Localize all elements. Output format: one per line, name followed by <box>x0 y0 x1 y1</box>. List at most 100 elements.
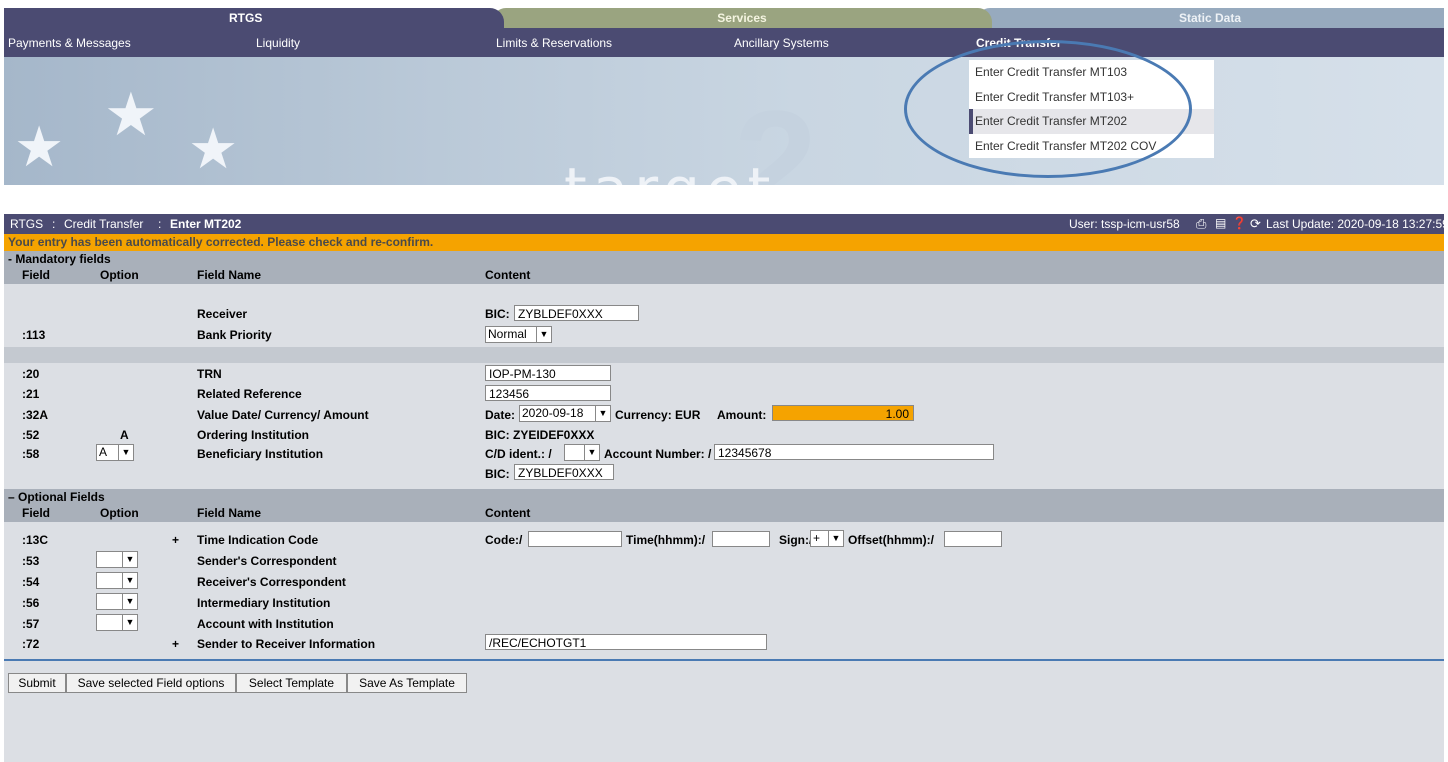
save-field-options-button[interactable]: Save selected Field options <box>66 673 236 693</box>
cd-ident-value <box>565 445 584 460</box>
trn-label: TRN <box>197 367 222 381</box>
cd-ident-label: C/D ident.: / <box>485 447 552 461</box>
trn-input[interactable]: IOP-PM-130 <box>485 365 611 381</box>
column-option: Option <box>100 506 139 520</box>
chevron-down-icon: ▼ <box>595 406 610 421</box>
column-field: Field <box>22 506 51 520</box>
option-value-56 <box>97 594 122 609</box>
optional-column-headers: Field Option Field Name Content <box>4 505 1444 522</box>
tab-rtgs[interactable]: RTGS <box>4 8 504 28</box>
ordering-option: A <box>120 428 129 442</box>
tab-services[interactable]: Services <box>492 8 992 28</box>
star-icon: ★ <box>188 117 239 180</box>
expand-plus-icon[interactable]: + <box>172 637 179 651</box>
optional-section-header[interactable]: – Optional Fields <box>4 489 1444 505</box>
help-icon[interactable]: ❓ <box>1232 216 1247 230</box>
sender-to-receiver-input[interactable]: /REC/ECHOTGT1 <box>485 634 767 650</box>
submit-button[interactable]: Submit <box>8 673 66 693</box>
chevron-down-icon: ▼ <box>122 573 137 588</box>
chevron-down-icon: ▼ <box>118 445 133 460</box>
chevron-down-icon: ▼ <box>122 594 137 609</box>
column-field: Field <box>22 268 51 282</box>
menu-liquidity[interactable]: Liquidity <box>256 28 300 57</box>
account-number-input[interactable]: 12345678 <box>714 444 994 460</box>
refresh-icon[interactable]: ⟳ <box>1250 216 1261 232</box>
field-code-58: :58 <box>22 447 40 461</box>
breadcrumb-separator: : <box>52 217 56 231</box>
mandatory-section-header[interactable]: - Mandatory fields <box>4 251 1444 267</box>
option-select-57[interactable]: ▼ <box>96 614 138 631</box>
receiver-bic-label: BIC: <box>485 307 510 321</box>
menu-ancillary-systems[interactable]: Ancillary Systems <box>734 28 829 57</box>
page-title: Enter MT202 <box>170 217 242 231</box>
menu-bar: Payments & Messages Liquidity Limits & R… <box>4 28 1444 57</box>
code-input[interactable] <box>528 531 622 547</box>
field-code-53: :53 <box>22 554 40 568</box>
mt202-form: - Mandatory fields Field Option Field Na… <box>4 251 1444 762</box>
field-code-20: :20 <box>22 367 40 381</box>
bank-priority-label: Bank Priority <box>197 328 272 342</box>
menu-payments-messages[interactable]: Payments & Messages <box>8 28 131 57</box>
sign-label: Sign:/ <box>779 533 813 547</box>
field-code-57: :57 <box>22 617 40 631</box>
time-input[interactable] <box>712 531 770 547</box>
banner-logo-text: target <box>564 155 776 185</box>
section-separator <box>4 347 1444 363</box>
tab-static-data[interactable]: Static Data <box>976 8 1444 28</box>
field-code-32a: :32A <box>22 408 49 422</box>
tab-services-label: Services <box>717 11 767 25</box>
chevron-down-icon: ▼ <box>828 531 843 546</box>
value-date-value: 2020-09-18 <box>522 406 584 420</box>
amount-input[interactable]: 1.00 <box>772 405 914 421</box>
chevron-down-icon: ▼ <box>122 615 137 630</box>
breadcrumb-section[interactable]: Credit Transfer <box>64 217 143 231</box>
expand-plus-icon[interactable]: + <box>172 533 179 547</box>
save-icon[interactable]: ▤ <box>1215 216 1226 230</box>
column-content: Content <box>485 506 531 520</box>
offset-input[interactable] <box>944 531 1002 547</box>
save-as-template-button[interactable]: Save As Template <box>347 673 467 693</box>
field-code-56: :56 <box>22 596 40 610</box>
column-field-name: Field Name <box>197 268 262 282</box>
sign-select[interactable]: + ▼ <box>810 530 844 547</box>
account-with-institution-label: Account with Institution <box>197 617 334 631</box>
beneficiary-bic-input[interactable]: ZYBLDEF0XXX <box>514 464 614 480</box>
print-icon[interactable]: ⎙ <box>1196 216 1206 232</box>
top-tabs: Static Data Services RTGS <box>4 8 1444 28</box>
sender-to-receiver-label: Sender to Receiver Information <box>197 637 376 651</box>
field-code-72: :72 <box>22 637 40 651</box>
menu-limits-reservations[interactable]: Limits & Reservations <box>496 28 612 57</box>
chevron-down-icon: ▼ <box>584 445 599 460</box>
select-template-button[interactable]: Select Template <box>236 673 347 693</box>
mandatory-column-headers: Field Option Field Name Content <box>4 267 1444 284</box>
cd-ident-select[interactable]: ▼ <box>564 444 600 461</box>
column-content: Content <box>485 268 531 282</box>
currency-label: Currency: EUR <box>615 408 701 422</box>
tab-rtgs-label: RTGS <box>229 11 263 25</box>
beneficiary-bic-label: BIC: <box>485 467 510 481</box>
annotation-oval <box>904 40 1192 178</box>
title-bar: RTGS : Credit Transfer : Enter MT202 Use… <box>4 214 1448 234</box>
option-select-56[interactable]: ▼ <box>96 593 138 610</box>
value-date-select[interactable]: 2020-09-18 ▼ <box>519 405 611 422</box>
receiver-bic-input[interactable]: ZYBLDEF0XXX <box>514 305 639 321</box>
amount-label: Amount: <box>717 408 767 422</box>
breadcrumb-separator: : <box>158 217 162 231</box>
ordering-institution-label: Ordering Institution <box>197 428 309 442</box>
optional-section-title: – Optional Fields <box>8 490 105 504</box>
option-select-54[interactable]: ▼ <box>96 572 138 589</box>
banner-image: ★ ★ ★ 2 target <box>4 57 1444 185</box>
bank-priority-select[interactable]: Normal ▼ <box>485 326 552 343</box>
option-select-53[interactable]: ▼ <box>96 551 138 568</box>
divider-line <box>4 659 1444 661</box>
mandatory-section-title: - Mandatory fields <box>8 252 111 266</box>
tab-static-data-label: Static Data <box>1178 11 1242 25</box>
related-reference-input[interactable]: 123456 <box>485 385 611 401</box>
date-label: Date: <box>485 408 516 422</box>
bank-priority-value: Normal <box>488 327 527 341</box>
ordering-bic: BIC: ZYEIDEF0XXX <box>485 428 595 442</box>
chevron-down-icon: ▼ <box>122 552 137 567</box>
warning-bar: Your entry has been automatically correc… <box>4 234 1444 251</box>
breadcrumb-root[interactable]: RTGS <box>10 217 43 231</box>
beneficiary-option-select[interactable]: A ▼ <box>96 444 134 461</box>
